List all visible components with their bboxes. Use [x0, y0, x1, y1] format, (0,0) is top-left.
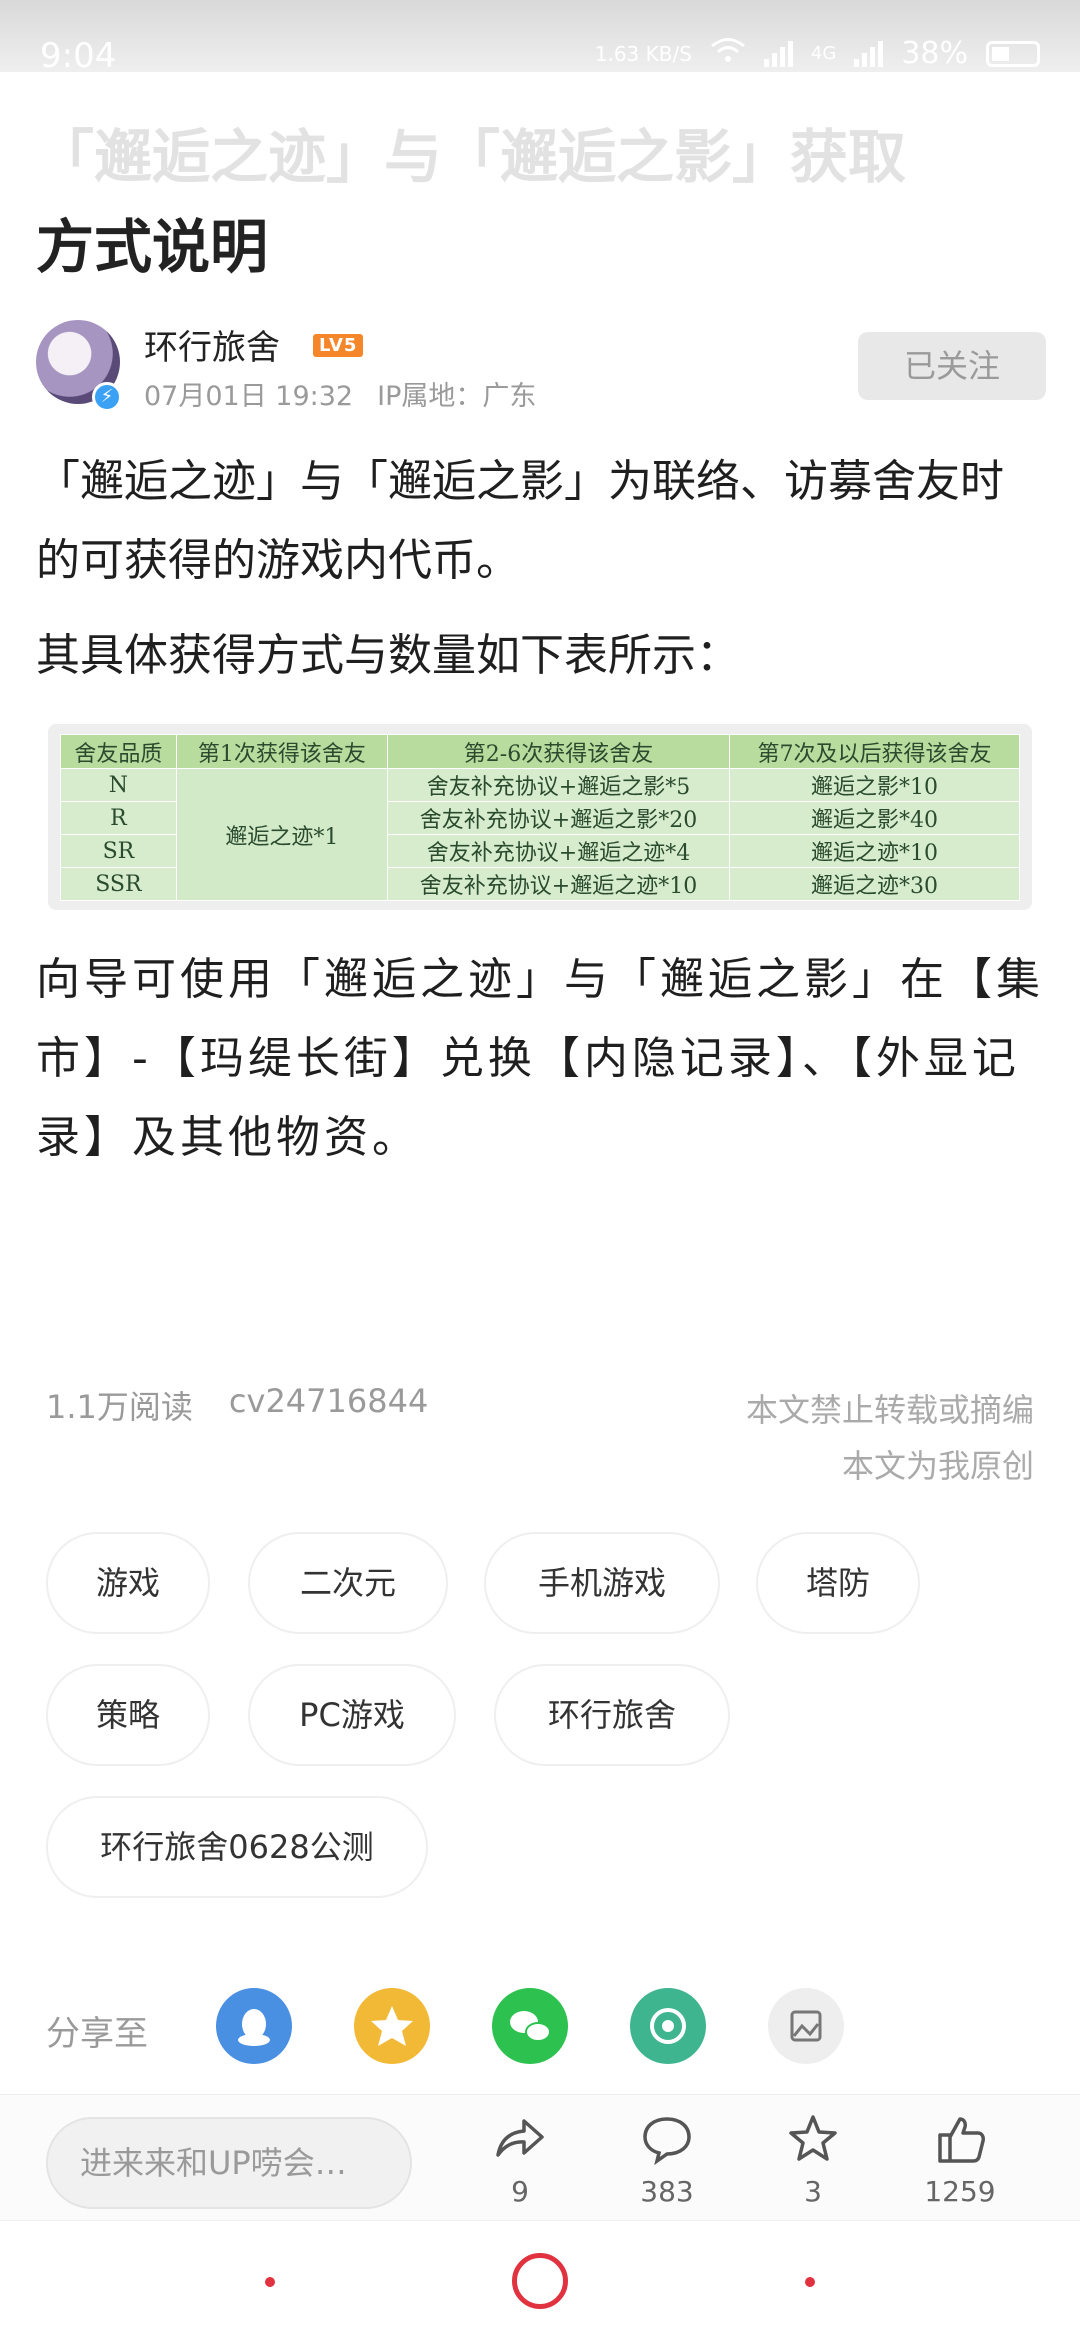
original-notice: 本文为我原创	[841, 1447, 1034, 1485]
tag-chip[interactable]: 游戏	[46, 1532, 210, 1634]
table-cell-repeat: 舍友补充协议+邂逅之影*20	[387, 801, 730, 835]
article-title-line1: 「邂逅之迹」与「邂逅之影」获取	[36, 123, 907, 191]
status-time: 9:04	[40, 36, 117, 76]
level-badge: LV5	[313, 334, 364, 357]
nav-recents-button[interactable]	[805, 2277, 815, 2287]
table-cell-quality: SSR	[60, 867, 177, 901]
article-title-line2: 方式说明	[36, 213, 269, 281]
read-count: 1.1万阅读	[46, 1388, 193, 1426]
tag-chip[interactable]: 二次元	[248, 1532, 448, 1634]
table-cell-after: 邂逅之影*40	[728, 801, 1021, 835]
paragraph-intro: 「邂逅之迹」与「邂逅之影」为联络、访募舍友时的可获得的游戏内代币。	[36, 456, 1004, 586]
qzone-icon[interactable]	[354, 1988, 430, 2064]
comment-button[interactable]: 383	[607, 2111, 727, 2208]
table-row: N 邂逅之迹*1 舍友补充协议+邂逅之影*5 邂逅之影*10	[60, 768, 1021, 901]
like-button[interactable]: 1259	[900, 2111, 1020, 2208]
publish-date: 07月01日 19:32	[144, 381, 354, 412]
signal-icon	[763, 40, 793, 67]
table-header: 第2-6次获得该舍友	[387, 734, 730, 769]
table-cell-after: 邂逅之迹*10	[728, 834, 1021, 868]
table-header: 第7次及以后获得该舍友	[728, 734, 1021, 769]
table-cell-quality: SR	[60, 834, 177, 868]
like-count: 1259	[924, 2175, 996, 2208]
comment-count: 383	[640, 2175, 694, 2208]
table-cell-after: 邂逅之影*10	[728, 768, 1021, 802]
paragraph-table-intro: 其具体获得方式与数量如下表所示：	[36, 630, 740, 681]
article-stats: 1.1万阅读 cv24716844	[46, 1382, 428, 1428]
thumbs-up-icon	[900, 2111, 1020, 2171]
table-cell-quality: N	[60, 768, 177, 802]
share-icon	[460, 2111, 580, 2171]
bottom-action-bar: 进来来和UP唠会… 9 383 3 1259	[0, 2094, 1080, 2220]
table-cell-repeat: 舍友补充协议+邂逅之迹*10	[387, 867, 730, 901]
paragraph-exchange: 向导可使用「邂逅之迹」与「邂逅之影」在【集市】-【玛缇长街】兑换【内隐记录】、【…	[36, 954, 1044, 1163]
article-cv-id: cv24716844	[228, 1382, 429, 1420]
table-header: 舍友品质	[60, 734, 177, 769]
table-cell-quality: R	[60, 801, 177, 835]
author-meta: 07月01日 19:32 IP属地：广东	[144, 374, 536, 413]
star-icon	[753, 2111, 873, 2171]
no-repost-notice: 本文禁止转载或摘编	[745, 1391, 1034, 1429]
comment-input[interactable]: 进来来和UP唠会…	[46, 2117, 412, 2209]
status-bar: 9:04 1.63 KB/S 4G 38%	[0, 0, 1080, 76]
table-cell-repeat: 舍友补充协议+邂逅之影*5	[387, 768, 730, 802]
system-nav-bar	[0, 2220, 1080, 2340]
battery-percent: 38%	[901, 36, 968, 71]
acquisition-table-image[interactable]: 舍友品质 第1次获得该舍友 第2-6次获得该舍友 第7次及以后获得该舍友 N 邂…	[48, 724, 1032, 910]
copyright-notice: 本文禁止转载或摘编 本文为我原创	[746, 1382, 1034, 1494]
wechat-icon[interactable]	[492, 1988, 568, 2064]
verified-icon: ⚡	[92, 382, 122, 412]
tag-chip[interactable]: PC游戏	[248, 1664, 456, 1766]
article-title: 「邂逅之迹」与「邂逅之影」获取 方式说明	[36, 112, 1046, 292]
qq-icon[interactable]	[216, 1988, 292, 2064]
acquisition-table: 舍友品质 第1次获得该舍友 第2-6次获得该舍友 第7次及以后获得该舍友 N 邂…	[60, 734, 1021, 901]
follow-button[interactable]: 已关注	[858, 332, 1046, 400]
article-page: 9:04 1.63 KB/S 4G 38% 「邂逅之迹」与「邂逅之影」获取 方式…	[0, 0, 1080, 2340]
nav-home-button[interactable]	[512, 2253, 568, 2309]
nav-back-button[interactable]	[265, 2277, 275, 2287]
wifi-icon	[710, 36, 746, 71]
network-type: 4G	[810, 43, 837, 64]
author-name[interactable]: 环行旅舍	[144, 320, 280, 369]
signal-icon-2	[854, 40, 884, 67]
share-label: 分享至	[46, 2014, 148, 2054]
network-speed: 1.63 KB/S	[594, 41, 692, 66]
share-button[interactable]: 9	[460, 2111, 580, 2208]
tag-chip[interactable]: 环行旅舍0628公测	[46, 1796, 428, 1898]
status-icons: 1.63 KB/S 4G 38%	[595, 36, 1040, 71]
table-cell-first-time: 邂逅之迹*1	[175, 768, 389, 901]
ip-location: IP属地：广东	[377, 381, 537, 412]
battery-icon	[986, 40, 1040, 67]
table-cell-after: 邂逅之迹*30	[728, 867, 1021, 901]
share-count: 9	[511, 2175, 529, 2208]
table-cell-repeat: 舍友补充协议+邂逅之迹*4	[387, 834, 730, 868]
comment-icon	[607, 2111, 727, 2171]
image-icon[interactable]	[768, 1988, 844, 2064]
favorite-count: 3	[804, 2175, 822, 2208]
favorite-button[interactable]: 3	[753, 2111, 873, 2208]
tag-chip[interactable]: 策略	[46, 1664, 210, 1766]
tag-chip[interactable]: 环行旅舍	[494, 1664, 730, 1766]
tag-chip[interactable]: 手机游戏	[484, 1532, 720, 1634]
tag-chip[interactable]: 塔防	[756, 1532, 920, 1634]
table-header: 第1次获得该舍友	[175, 734, 389, 769]
moments-icon[interactable]	[630, 1988, 706, 2064]
